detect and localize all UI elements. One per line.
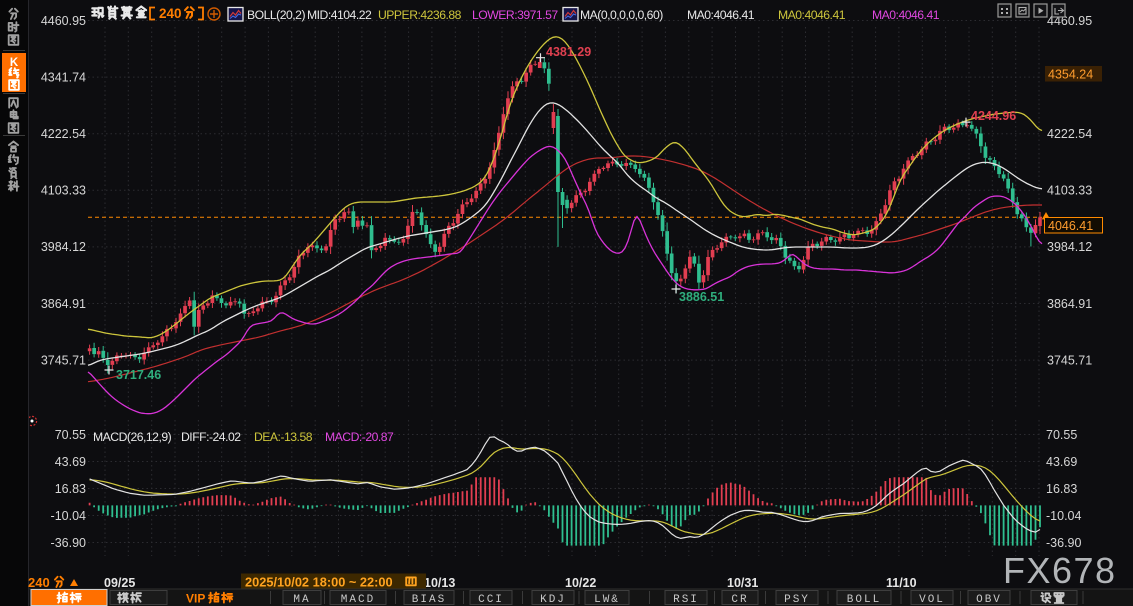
svg-text:CR: CR — [731, 594, 748, 606]
svg-text:MID:4104.22: MID:4104.22 — [307, 8, 372, 22]
svg-text:MA0:4046.41: MA0:4046.41 — [872, 8, 940, 22]
svg-text:4381.29: 4381.29 — [546, 45, 591, 59]
svg-text:3745.71: 3745.71 — [1047, 353, 1092, 367]
svg-text:3717.46: 3717.46 — [116, 368, 161, 382]
svg-text:BOLL: BOLL — [847, 594, 881, 606]
svg-text:70.55: 70.55 — [1046, 428, 1077, 442]
svg-text:240: 240 — [28, 575, 50, 590]
svg-text:UPPER:4236.88: UPPER:4236.88 — [378, 8, 462, 22]
svg-text:4103.33: 4103.33 — [1047, 184, 1092, 198]
svg-text:DIFF:-24.02: DIFF:-24.02 — [181, 430, 241, 444]
svg-text:4244.96: 4244.96 — [971, 109, 1016, 123]
svg-text:BOLL(20,2): BOLL(20,2) — [247, 8, 305, 22]
svg-text:4046.41: 4046.41 — [1048, 219, 1093, 233]
svg-text:-36.90: -36.90 — [1046, 536, 1081, 550]
svg-text:PSY: PSY — [784, 594, 810, 606]
svg-text:-10.04: -10.04 — [51, 509, 86, 523]
svg-text:4222.54: 4222.54 — [41, 127, 86, 141]
svg-text:16.83: 16.83 — [55, 482, 86, 496]
svg-text:MACD:-20.87: MACD:-20.87 — [325, 430, 394, 444]
svg-text:LOWER:3971.57: LOWER:3971.57 — [472, 8, 558, 22]
svg-text:3984.12: 3984.12 — [1047, 240, 1092, 254]
svg-text:10/13: 10/13 — [424, 576, 455, 590]
svg-text:43.69: 43.69 — [55, 455, 86, 469]
svg-text:KDJ: KDJ — [540, 594, 566, 606]
svg-text:3864.91: 3864.91 — [41, 297, 86, 311]
svg-text:LW&: LW& — [594, 594, 620, 606]
svg-text:-36.90: -36.90 — [51, 536, 86, 550]
svg-text:VOL: VOL — [919, 594, 945, 606]
svg-text:VIP: VIP — [186, 592, 205, 606]
svg-text:CCI: CCI — [478, 594, 504, 606]
svg-text:70.55: 70.55 — [55, 428, 86, 442]
svg-text:-10.04: -10.04 — [1046, 509, 1081, 523]
svg-text:4222.54: 4222.54 — [1047, 127, 1092, 141]
svg-text:4354.24: 4354.24 — [1048, 67, 1093, 81]
svg-text:10/31: 10/31 — [727, 576, 758, 590]
svg-text:10/22: 10/22 — [565, 576, 596, 590]
svg-text:MA0:4046.41: MA0:4046.41 — [778, 8, 846, 22]
svg-text:16.83: 16.83 — [1046, 482, 1077, 496]
svg-text:MA: MA — [293, 594, 310, 606]
svg-text:3745.71: 3745.71 — [41, 353, 86, 367]
svg-text:FX678: FX678 — [1003, 550, 1117, 591]
svg-text:4460.95: 4460.95 — [41, 14, 86, 28]
svg-text:MACD: MACD — [341, 594, 375, 606]
svg-text:BIAS: BIAS — [412, 594, 446, 606]
svg-text:09/25: 09/25 — [104, 576, 135, 590]
svg-text:2025/10/02 18:00 ~ 22:00: 2025/10/02 18:00 ~ 22:00 — [245, 575, 393, 590]
svg-text:240: 240 — [159, 6, 182, 21]
svg-text:11/10: 11/10 — [886, 576, 917, 590]
svg-text:43.69: 43.69 — [1046, 455, 1077, 469]
svg-text:3886.51: 3886.51 — [679, 290, 724, 304]
svg-text:DEA:-13.58: DEA:-13.58 — [254, 430, 313, 444]
svg-text:RSI: RSI — [673, 594, 699, 606]
svg-text:MA0:4046.41: MA0:4046.41 — [687, 8, 755, 22]
svg-text:MACD(26,12,9): MACD(26,12,9) — [93, 430, 172, 444]
svg-text:3864.91: 3864.91 — [1047, 297, 1092, 311]
svg-text:4341.74: 4341.74 — [41, 70, 86, 84]
svg-text:4103.33: 4103.33 — [41, 184, 86, 198]
svg-text:OBV: OBV — [976, 594, 1002, 606]
svg-text:MA(0,0,0,0,0,60): MA(0,0,0,0,0,60) — [580, 8, 663, 22]
svg-text:3984.12: 3984.12 — [41, 240, 86, 254]
